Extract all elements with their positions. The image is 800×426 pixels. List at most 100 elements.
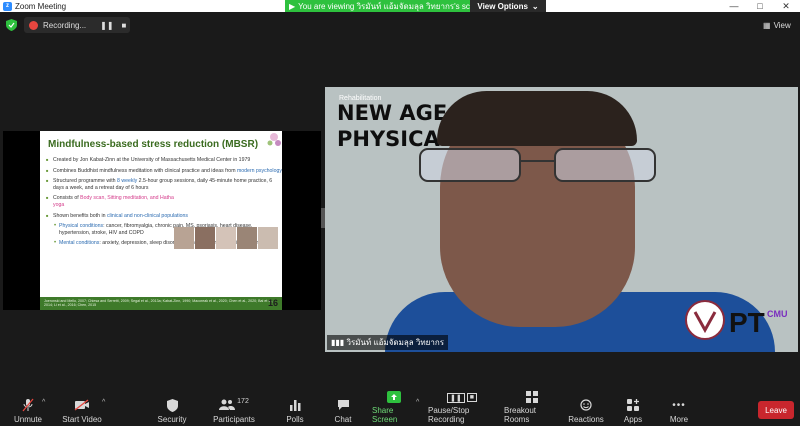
audio-options-caret-icon[interactable]: ^ [42, 399, 45, 406]
more-label: More [669, 415, 689, 424]
viewing-banner: ▶ You are viewing วิรมันท์ แอ้มจัดมลุล ว… [285, 0, 470, 12]
more-dots-icon: ••• [672, 399, 686, 411]
view-options-label: View Options [477, 1, 528, 11]
background-text-line1: NEW AGE [337, 101, 448, 125]
bullet-text: Combines Buddhist mindfulness meditation… [53, 167, 237, 174]
recording-controls-icons: ❚❚ ■ [447, 392, 477, 403]
photo-thumbnail [216, 227, 236, 249]
bullet-text: Consists of [53, 195, 81, 202]
recording-label: Recording... [43, 20, 87, 30]
flower-decoration-icon [267, 133, 281, 146]
pause-recording-icon[interactable]: ❚❚ [100, 21, 113, 30]
security-button[interactable]: Security [156, 392, 188, 424]
participant-video[interactable]: NEW AGE PHYSICAL Rehabilitation PT CMU ▮… [325, 87, 798, 352]
slide-title: Mindfulness-based stress reduction (MBSR… [48, 139, 259, 150]
close-button[interactable]: ✕ [776, 0, 796, 12]
participants-button[interactable]: 172 Participants [212, 392, 256, 425]
meeting-toolbar: Unmute ^ Start Video ^ Security 172 Part… [0, 390, 800, 426]
more-button[interactable]: ••• More [668, 392, 690, 425]
photo-thumbnail [195, 227, 215, 249]
maximize-button[interactable]: □ [750, 0, 770, 12]
view-button[interactable]: ▦ View [763, 18, 795, 32]
muted-mic-icon [22, 398, 34, 412]
breakout-rooms-button[interactable]: Breakout Rooms [504, 391, 560, 424]
sub-bullet-label: Mental conditions [59, 240, 100, 247]
signal-bars-icon: ▮▮▮ [331, 338, 345, 347]
apps-icon [627, 398, 639, 412]
participants-label: Participants [213, 415, 255, 424]
slide-footer: Joeronski and Mello, 2007; Chiesa and Se… [40, 297, 282, 310]
participant-hair [437, 91, 637, 146]
smiley-icon [580, 398, 592, 412]
slide-bullet: Created by Jon Kabat-Zinn at the Univers… [46, 157, 282, 164]
stop-icon: ■ [466, 393, 477, 402]
slide-bullet: Combines Buddhist mindfulness meditation… [46, 168, 282, 175]
shared-screen[interactable]: Mindfulness-based stress reduction (MBSR… [3, 131, 321, 310]
apps-label: Apps [623, 415, 643, 424]
pt-cmu-logo: PT CMU [685, 300, 788, 340]
bullet-text: Structured programme with [53, 178, 118, 185]
slide-bullet: Consists of Body scan, Sitting meditatio… [46, 195, 174, 208]
share-letterbox-right [282, 131, 321, 310]
view-button-label: View [773, 20, 791, 30]
apps-button[interactable]: Apps [622, 392, 644, 424]
slide-page-number: 16 [267, 298, 278, 308]
meditation-photos [174, 227, 278, 249]
pause-stop-recording-button[interactable]: ❚❚ ■ Pause/Stop Recording [428, 392, 496, 424]
polls-icon [289, 398, 301, 412]
security-label: Security [157, 415, 187, 424]
share-screen-button[interactable]: Share Screen [372, 391, 416, 424]
bullet-highlight: 8 weekly [117, 178, 138, 185]
participant-glasses [419, 148, 656, 182]
photo-thumbnail [258, 227, 278, 249]
zoom-logo-icon: z [3, 1, 12, 11]
participant-name: วิรมันท์ แอ้มจัดมลุล วิทยากร [346, 338, 444, 347]
video-options-caret-icon[interactable]: ^ [102, 399, 105, 406]
pause-recording-label: Pause/Stop Recording [428, 406, 470, 424]
stop-recording-icon[interactable]: ■ [122, 21, 127, 30]
breakout-rooms-label: Breakout Rooms [504, 406, 537, 424]
bullet-text: Shown benefits both in [53, 212, 107, 219]
minimize-button[interactable]: — [724, 0, 744, 12]
shield-icon[interactable] [6, 19, 17, 31]
grid-view-icon: ▦ [763, 20, 771, 30]
security-shield-icon [166, 398, 178, 412]
unmute-button[interactable]: Unmute [10, 392, 46, 424]
polls-label: Polls [286, 415, 304, 424]
participants-icon [219, 399, 236, 410]
bullet-highlight: modern psychology [236, 167, 282, 174]
zoom-window: z Zoom Meeting ▶ You are viewing วิรมันท… [0, 0, 800, 426]
reactions-button[interactable]: Reactions [568, 392, 604, 424]
recording-indicator: Recording... ❚❚ ■ [24, 17, 130, 33]
participants-count: 172 [237, 397, 249, 405]
viewing-banner-text: You are viewing วิรมันท์ แอ้มจัดมลุล วิท… [298, 1, 470, 11]
logo-cmu-text: CMU [767, 309, 788, 319]
video-off-icon [74, 398, 90, 412]
chat-button[interactable]: Chat [332, 392, 354, 424]
chat-label: Chat [334, 415, 352, 424]
slide-bullet: Structured programme with 8 weekly 2.5-h… [46, 178, 282, 191]
video-camera-icon: ▶ [289, 1, 296, 11]
breakout-rooms-icon [526, 391, 538, 403]
start-video-button[interactable]: Start Video [62, 392, 102, 424]
bullet-text: Created by Jon Kabat-Zinn at the Univers… [53, 157, 251, 163]
slide-bullet: Shown benefits both in clinical and non-… [46, 213, 282, 220]
share-screen-label: Share Screen [372, 406, 398, 424]
start-video-label: Start Video [62, 415, 102, 424]
window-title: Zoom Meeting [15, 1, 67, 11]
share-options-caret-icon[interactable]: ^ [416, 399, 419, 406]
share-screen-icon [387, 391, 401, 403]
pause-icon: ❚❚ [447, 392, 465, 403]
leave-button[interactable]: Leave [758, 401, 794, 419]
chevron-down-icon: ⌄ [531, 1, 539, 11]
background-small-tag: Rehabilitation [339, 95, 382, 102]
bullet-highlight: clinical and non-clinical populations [106, 212, 188, 219]
slide-references: Joeronski and Mello, 2007; Chiesa and Se… [44, 299, 274, 307]
presentation-slide: Mindfulness-based stress reduction (MBSR… [40, 131, 282, 310]
logo-pt-text: PT [729, 307, 765, 338]
reactions-label: Reactions [568, 415, 604, 424]
view-options-button[interactable]: View Options ⌄ [470, 0, 546, 12]
participant-name-tag: ▮▮▮ วิรมันท์ แอ้มจัดมลุล วิทยากร [327, 335, 448, 350]
participants-icon-group: 172 [219, 398, 249, 412]
polls-button[interactable]: Polls [284, 392, 306, 424]
